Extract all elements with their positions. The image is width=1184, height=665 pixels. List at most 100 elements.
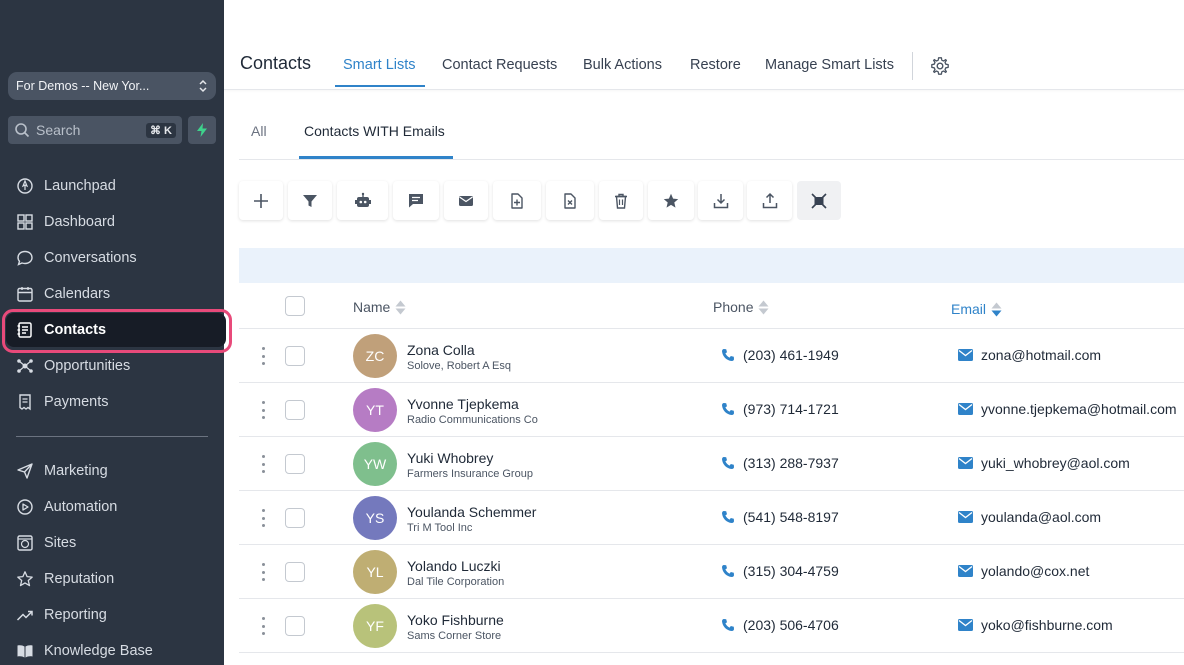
tab-bulk-actions[interactable]: Bulk Actions	[583, 57, 662, 73]
contact-email[interactable]: yuki_whobrey@aol.com	[981, 455, 1130, 471]
contact-name[interactable]: Yoko Fishburne	[407, 612, 504, 628]
phone-icon[interactable]	[721, 510, 735, 524]
envelope-icon[interactable]	[958, 403, 973, 415]
tab-contact-requests[interactable]: Contact Requests	[442, 57, 557, 73]
sidebar-item-launchpad[interactable]: Launchpad	[16, 174, 216, 198]
export-button[interactable]	[698, 181, 743, 220]
row-checkbox[interactable]	[285, 400, 305, 420]
phone-icon[interactable]	[721, 348, 735, 362]
table-row[interactable]: YF Yoko Fishburne Sams Corner Store (203…	[239, 599, 1184, 653]
contact-phone[interactable]: (203) 461-1949	[743, 347, 839, 363]
tab-restore[interactable]: Restore	[690, 57, 741, 73]
tab-all[interactable]: All	[251, 123, 267, 139]
review-request-button[interactable]	[648, 181, 694, 220]
row-checkbox[interactable]	[285, 346, 305, 366]
drag-handle-icon[interactable]	[260, 347, 266, 365]
row-checkbox[interactable]	[285, 454, 305, 474]
avatar[interactable]: YS	[353, 496, 397, 540]
account-switcher[interactable]: For Demos -- New Yor...	[8, 72, 216, 100]
search-input[interactable]: Search ⌘ K	[8, 116, 182, 144]
contact-name[interactable]: Yolando Luczki	[407, 558, 501, 574]
quick-action-button[interactable]	[188, 116, 216, 144]
avatar[interactable]: YF	[353, 604, 397, 648]
envelope-icon[interactable]	[958, 511, 973, 523]
drag-handle-icon[interactable]	[260, 509, 266, 527]
sidebar-item-opportunities[interactable]: Opportunities	[16, 354, 216, 378]
add-tag-button[interactable]	[493, 181, 541, 220]
contact-email[interactable]: yvonne.tjepkema@hotmail.com	[981, 401, 1177, 417]
table-row[interactable]: YW Yuki Whobrey Farmers Insurance Group …	[239, 437, 1184, 491]
avatar-initials: YT	[366, 402, 384, 418]
row-checkbox[interactable]	[285, 562, 305, 582]
contact-phone[interactable]: (313) 288-7937	[743, 455, 839, 471]
filter-button[interactable]	[288, 181, 332, 220]
contact-name[interactable]: Zona Colla	[407, 342, 475, 358]
drag-handle-icon[interactable]	[260, 455, 266, 473]
sidebar-item-knowledge-base[interactable]: Knowledge Base	[16, 639, 216, 663]
contact-name[interactable]: Yvonne Tjepkema	[407, 396, 519, 412]
sidebar-item-marketing[interactable]: Marketing	[16, 459, 216, 483]
select-all-checkbox[interactable]	[285, 296, 305, 316]
sidebar-item-automation[interactable]: Automation	[16, 495, 216, 519]
drag-handle-icon[interactable]	[260, 563, 266, 581]
contact-phone[interactable]: (315) 304-4759	[743, 563, 839, 579]
envelope-icon[interactable]	[958, 619, 973, 631]
sidebar-item-reporting[interactable]: Reporting	[16, 603, 216, 627]
avatar[interactable]: YT	[353, 388, 397, 432]
gear-icon[interactable]	[930, 56, 950, 76]
sidebar-item-dashboard[interactable]: Dashboard	[16, 210, 216, 234]
table-row[interactable]: YT Yvonne Tjepkema Radio Communications …	[239, 383, 1184, 437]
tab-contacts-with-emails[interactable]: Contacts WITH Emails	[304, 123, 445, 139]
sidebar-item-conversations[interactable]: Conversations	[16, 246, 216, 270]
sidebar-item-payments[interactable]: Payments	[16, 390, 216, 414]
contact-phone[interactable]: (541) 548-8197	[743, 509, 839, 525]
column-header-email[interactable]: Email	[951, 301, 1002, 317]
contact-phone[interactable]: (203) 506-4706	[743, 617, 839, 633]
star-icon	[16, 570, 34, 588]
phone-icon[interactable]	[721, 618, 735, 632]
table-row[interactable]: ZC Zona Colla Solove, Robert A Esq (203)…	[239, 329, 1184, 383]
contact-name[interactable]: Yuki Whobrey	[407, 450, 493, 466]
drag-handle-icon[interactable]	[260, 617, 266, 635]
send-sms-button[interactable]	[393, 181, 439, 220]
sidebar-item-reputation[interactable]: Reputation	[16, 567, 216, 591]
column-header-phone[interactable]: Phone	[713, 299, 769, 315]
sidebar-item-contacts[interactable]: Contacts	[16, 318, 216, 342]
avatar[interactable]: YW	[353, 442, 397, 486]
import-button[interactable]	[747, 181, 792, 220]
automation-bot-button[interactable]	[337, 181, 388, 220]
phone-icon[interactable]	[721, 402, 735, 416]
sidebar-item-label: Conversations	[44, 250, 137, 266]
add-contact-button[interactable]	[239, 181, 283, 220]
contact-name[interactable]: Youlanda Schemmer	[407, 504, 536, 520]
phone-icon[interactable]	[721, 456, 735, 470]
contact-email[interactable]: yolando@cox.net	[981, 563, 1089, 579]
avatar[interactable]: ZC	[353, 334, 397, 378]
envelope-icon[interactable]	[958, 349, 973, 361]
column-header-name[interactable]: Name	[353, 299, 406, 315]
network-icon	[16, 357, 34, 375]
row-checkbox[interactable]	[285, 508, 305, 528]
sort-icon	[395, 300, 406, 315]
contact-phone[interactable]: (973) 714-1721	[743, 401, 839, 417]
sidebar-item-calendars[interactable]: Calendars	[16, 282, 216, 306]
table-row[interactable]: YL Yolando Luczki Dal Tile Corporation (…	[239, 545, 1184, 599]
remove-tag-button[interactable]	[546, 181, 594, 220]
contact-email[interactable]: zona@hotmail.com	[981, 347, 1101, 363]
avatar[interactable]: YL	[353, 550, 397, 594]
delete-button[interactable]	[599, 181, 643, 220]
drag-handle-icon[interactable]	[260, 401, 266, 419]
sidebar-item-sites[interactable]: Sites	[16, 531, 216, 555]
envelope-icon[interactable]	[958, 457, 973, 469]
contact-email[interactable]: youlanda@aol.com	[981, 509, 1101, 525]
tab-manage-smart-lists[interactable]: Manage Smart Lists	[765, 57, 894, 73]
merge-button[interactable]	[797, 181, 841, 220]
contact-email[interactable]: yoko@fishburne.com	[981, 617, 1113, 633]
tab-smart-lists[interactable]: Smart Lists	[343, 57, 416, 73]
sidebar-item-label: Contacts	[44, 322, 107, 338]
phone-icon[interactable]	[721, 564, 735, 578]
send-email-button[interactable]	[444, 181, 488, 220]
row-checkbox[interactable]	[285, 616, 305, 636]
table-row[interactable]: YS Youlanda Schemmer Tri M Tool Inc (541…	[239, 491, 1184, 545]
envelope-icon[interactable]	[958, 565, 973, 577]
